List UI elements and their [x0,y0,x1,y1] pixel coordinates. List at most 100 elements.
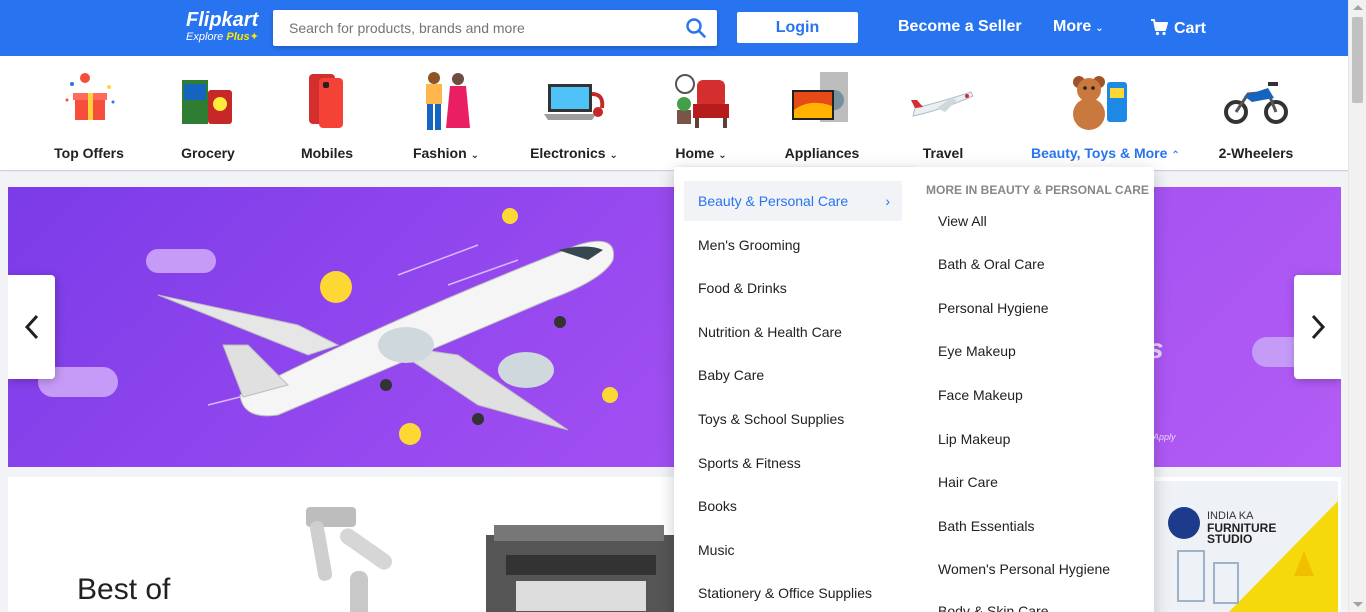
carousel-next-button[interactable] [1294,275,1341,379]
category-label: Top Offers [54,145,124,161]
category-label: Travel [922,145,964,161]
airplane-illustration [157,208,618,445]
logo-explore-text: Explore [186,31,224,43]
category-electronics[interactable]: Electronics ⌄ [514,70,634,161]
dropdown-item[interactable]: Nutrition & Health Care [684,312,902,352]
category-top-offers[interactable]: Top Offers [29,70,149,161]
scroll-down-arrow-icon[interactable] [1353,602,1363,607]
dropdown-item[interactable]: Men's Grooming [684,225,902,265]
dropdown-item-label: Beauty & Personal Care [698,193,849,209]
category-bar: Top Offers Grocery Mobiles Fashion ⌄ Elec [0,56,1348,170]
become-seller-link[interactable]: Become a Seller [898,18,1022,36]
category-mobiles[interactable]: Mobiles [267,70,387,161]
chevron-up-icon: ⌃ [1171,150,1180,161]
category-label: Mobiles [300,145,354,161]
category-label: Home ⌄ [641,145,761,161]
dropdown-item[interactable]: Sports & Fitness [684,443,902,483]
furniture-studio-card[interactable]: INDIA KA FURNITURE STUDIO [1154,481,1338,612]
search-box [273,10,717,46]
category-label-text: Electronics [530,145,606,161]
furniture-line-3: STUDIO [1207,532,1253,546]
subcategory-item[interactable]: Hair Care [938,474,998,490]
category-beauty-toys[interactable]: Beauty, Toys & More ⌃ [1031,70,1180,161]
subcategory-item[interactable]: Personal Hygiene [938,300,1049,316]
chevron-down-icon: ⌄ [718,150,727,161]
carousel-prev-button[interactable] [8,275,55,379]
plus-star-icon: ✦ [249,31,259,43]
banner-fineprint: Apply [1153,432,1176,442]
login-button[interactable]: Login [737,12,858,43]
subcategory-item[interactable]: Women's Personal Hygiene [938,561,1110,577]
category-dropdown-menu: Beauty & Personal Care › Men's Grooming F… [674,167,1154,612]
logo-plus-text: Plus [226,31,250,43]
section-title: Best of [77,573,171,606]
dropdown-item[interactable]: Food & Drinks [684,268,902,308]
subcategory-item[interactable]: View All [938,213,987,229]
category-label: Beauty, Toys & More ⌃ [1031,145,1180,161]
page: Flipkart Explore Plus✦ Login Become a Se… [0,0,1366,612]
cart-label: Cart [1174,20,1207,37]
motorbike-icon [1224,70,1288,134]
furniture-studio-image [1168,501,1338,612]
category-home[interactable]: Home ⌄ [641,70,761,161]
category-label-text: Home [675,145,715,161]
dropdown-item[interactable]: Music [684,530,902,570]
printer-product-image[interactable] [486,525,676,612]
fashion-icon [414,70,478,134]
dropdown-subcategory-list: MORE IN BEAUTY & PERSONAL CARE View All … [914,167,1154,612]
category-fashion[interactable]: Fashion ⌄ [386,70,506,161]
category-label: Appliances [784,145,860,161]
category-travel[interactable]: Travel [883,70,1003,161]
logo-text: Flipkart [186,9,259,31]
chevron-left-icon [24,314,38,340]
mobile-phone-icon [295,70,359,134]
category-appliances[interactable]: Appliances [762,70,882,161]
chevron-right-icon: › [885,193,890,209]
category-label: 2-Wheelers [1218,145,1294,161]
scroll-up-arrow-icon[interactable] [1353,5,1363,10]
vertical-scrollbar[interactable] [1348,0,1366,612]
category-label-text: Fashion [412,145,467,161]
chevron-down-icon: ⌄ [609,150,618,161]
more-label: More [1053,18,1092,35]
category-2-wheelers[interactable]: 2-Wheelers [1196,70,1316,161]
grocery-icon [176,70,240,134]
dropdown-item[interactable]: Baby Care [684,355,902,395]
dropdown-primary-list: Beauty & Personal Care › Men's Grooming F… [674,167,914,612]
subcategory-item[interactable]: Lip Makeup [938,431,1010,447]
dropdown-item[interactable]: Books [684,486,902,526]
category-grocery[interactable]: Grocery [148,70,268,161]
gift-offers-icon [57,70,121,134]
chevron-right-icon [1311,314,1325,340]
airplane-icon [911,70,975,134]
category-label-text: Beauty, Toys & More [1031,145,1168,161]
category-label: Grocery [181,145,235,161]
cart-link[interactable]: Cart [1150,18,1206,38]
category-label: Fashion ⌄ [386,145,506,161]
logo-subtitle: Explore Plus✦ [186,31,259,43]
teddy-bear-icon [1067,70,1131,134]
subcategory-item[interactable]: Eye Makeup [938,343,1016,359]
chevron-down-icon: ⌄ [1095,23,1104,34]
cart-icon [1150,19,1174,37]
flipkart-logo[interactable]: Flipkart Explore Plus✦ [186,9,259,43]
subcategory-item[interactable]: Face Makeup [938,387,1023,403]
laptop-icon [542,70,606,134]
dropdown-item-beauty-personal-care[interactable]: Beauty & Personal Care › [684,181,902,221]
chevron-down-icon: ⌄ [470,150,480,161]
more-menu[interactable]: More ⌄ [1053,18,1104,36]
gimbal-product-image[interactable] [296,501,416,612]
header-bar: Flipkart Explore Plus✦ Login Become a Se… [0,0,1366,56]
subcategory-item[interactable]: Bath & Oral Care [938,256,1045,272]
subcategory-item[interactable]: Bath Essentials [938,518,1035,534]
dropdown-item[interactable]: Toys & School Supplies [684,399,902,439]
dropdown-item[interactable]: Stationery & Office Supplies [684,573,902,612]
tv-appliance-icon [790,70,854,134]
subcategory-heading[interactable]: MORE IN BEAUTY & PERSONAL CARE [926,183,1149,197]
search-icon[interactable] [685,17,707,39]
scrollbar-thumb[interactable] [1352,17,1363,103]
search-input[interactable] [273,10,663,46]
subcategory-item[interactable]: Body & Skin Care [938,603,1049,612]
home-furniture-icon [669,70,733,134]
category-label: Electronics ⌄ [514,145,634,161]
